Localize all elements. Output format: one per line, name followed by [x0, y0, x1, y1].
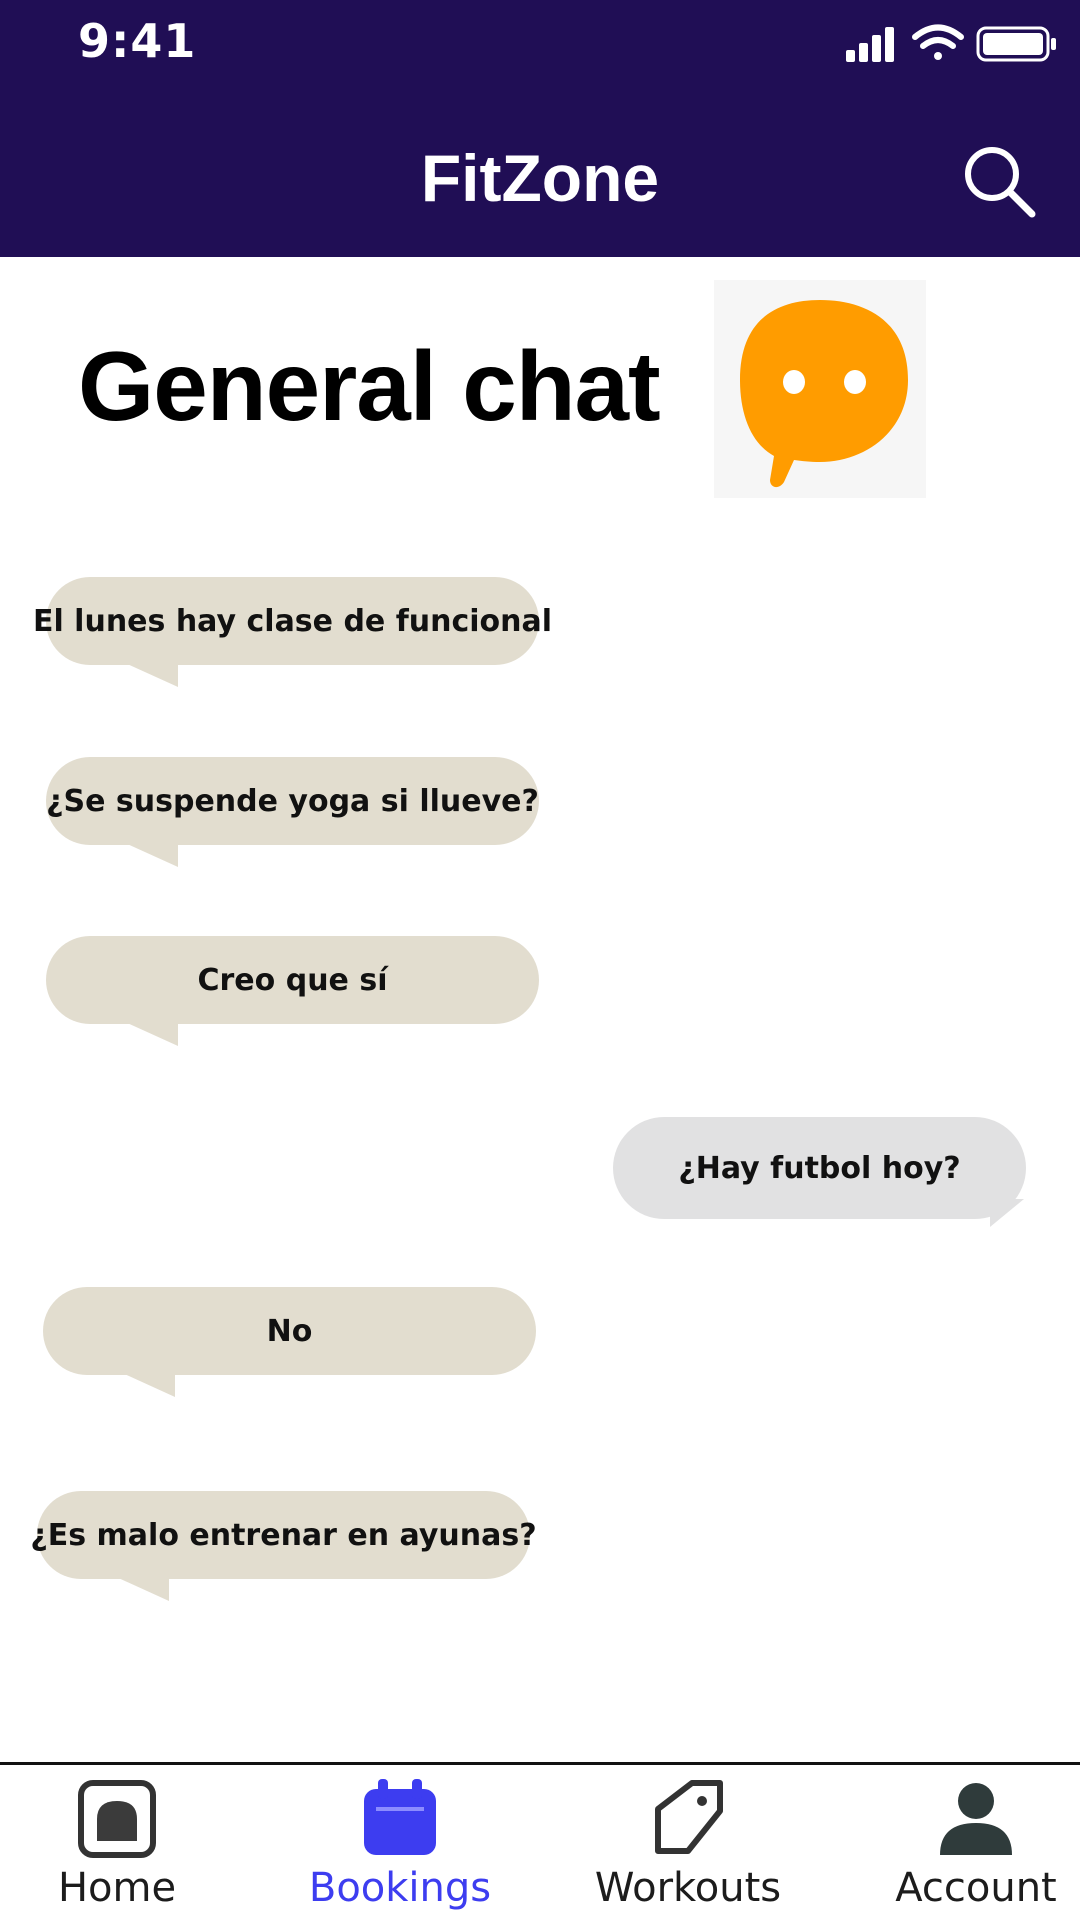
message-bubble[interactable]: Creo que sí	[46, 936, 539, 1046]
person-icon	[940, 1783, 1012, 1855]
message-text: ¿Se suspende yoga si llueve?	[46, 783, 539, 819]
message-text: Creo que sí	[197, 962, 388, 998]
bubble-tail	[112, 1016, 178, 1046]
app-header: 9:41 FitZone	[0, 0, 1080, 257]
bubble-tail	[112, 657, 178, 687]
nav-label: Home	[57, 1865, 177, 1911]
home-icon	[78, 1780, 156, 1858]
bottom-nav: Home Bookings Workouts Account	[0, 1762, 1080, 1923]
message-bubble[interactable]: ¿Se suspende yoga si llueve?	[46, 757, 539, 867]
nav-item-account[interactable]: Account	[866, 1765, 1080, 1923]
my-message-bubble[interactable]: ¿Hay futbol hoy?	[613, 1117, 1026, 1227]
message-bubble[interactable]: ¿Es malo entrenar en ayunas?	[30, 1491, 537, 1601]
bubble-tail	[109, 1367, 175, 1397]
status-icons	[846, 24, 1056, 62]
signal-icon	[846, 27, 894, 62]
message-bubble[interactable]: No	[43, 1287, 536, 1397]
message-text: El lunes hay clase de funcional	[32, 603, 553, 639]
nav-item-bookings[interactable]: Bookings	[290, 1765, 510, 1923]
nav-item-home[interactable]: Home	[7, 1765, 227, 1923]
app-title: FitZone	[420, 141, 660, 215]
battery-icon	[976, 26, 1056, 62]
nav-label: Bookings	[308, 1865, 492, 1911]
tag-icon	[655, 1780, 723, 1854]
message-text: No	[266, 1313, 313, 1349]
page-title: General chat	[78, 331, 661, 441]
nav-label: Workouts	[594, 1865, 782, 1911]
calendar-icon	[364, 1779, 436, 1855]
bubble-tail	[990, 1199, 1024, 1227]
wifi-icon	[912, 24, 964, 60]
bubble-tail	[112, 837, 178, 867]
status-time: 9:41	[78, 14, 197, 68]
nav-label: Account	[895, 1865, 1057, 1911]
chat-logo	[714, 280, 926, 498]
message-text: ¿Hay futbol hoy?	[678, 1150, 961, 1186]
message-text: ¿Es malo entrenar en ayunas?	[30, 1517, 537, 1553]
message-bubble[interactable]: El lunes hay clase de funcional	[33, 577, 552, 687]
nav-item-workouts[interactable]: Workouts	[578, 1765, 798, 1923]
bubble-tail	[103, 1571, 169, 1601]
search-icon[interactable]	[960, 142, 1038, 220]
chat-bubble-icon	[740, 300, 908, 488]
